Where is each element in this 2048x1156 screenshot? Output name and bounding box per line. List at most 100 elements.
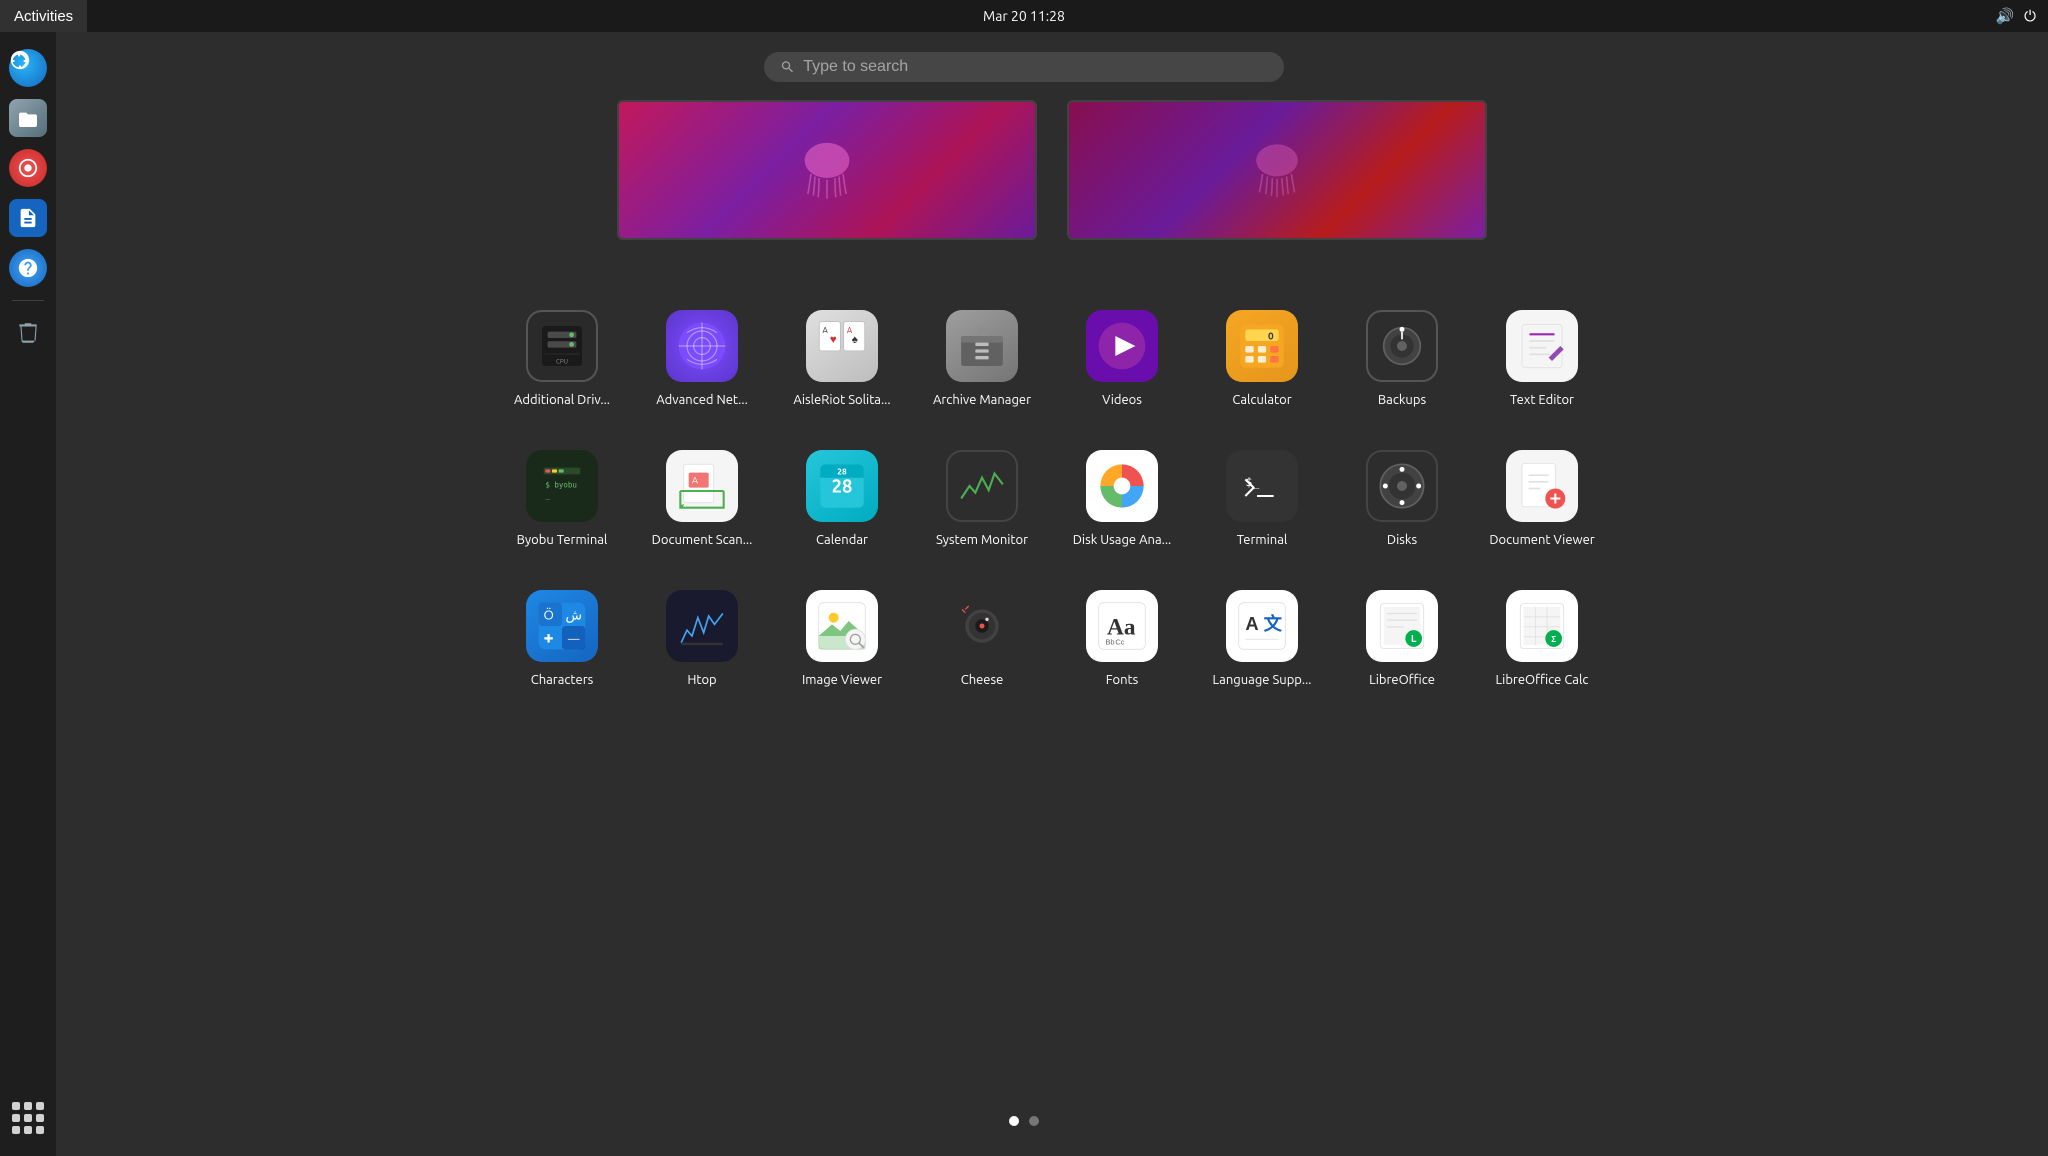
svg-text:0: 0 bbox=[1268, 330, 1274, 341]
app-item-document-scan[interactable]: A Document Scan... bbox=[642, 440, 762, 580]
disks-icon bbox=[1366, 450, 1438, 522]
dock-item-writer[interactable] bbox=[6, 196, 50, 240]
thumb-inner-1 bbox=[619, 102, 1035, 238]
document-scan-icon: A bbox=[666, 450, 738, 522]
windows-area bbox=[56, 100, 2048, 240]
page-dots bbox=[1009, 1116, 1039, 1126]
app-item-terminal[interactable]: $_ Terminal bbox=[1202, 440, 1322, 580]
app-label-libreoffice: LibreOffice bbox=[1369, 672, 1435, 689]
image-viewer-icon bbox=[806, 590, 878, 662]
app-label-document-scan: Document Scan... bbox=[652, 532, 753, 549]
app-item-aisleriot[interactable]: A A ♥ ♠ AisleRiot Solita... bbox=[782, 300, 902, 440]
terminal-icon: $_ bbox=[1226, 450, 1298, 522]
jellyfish-image-2 bbox=[1237, 130, 1317, 210]
app-label-videos: Videos bbox=[1102, 392, 1142, 409]
show-applications-button[interactable] bbox=[6, 1096, 50, 1140]
svg-text:A: A bbox=[1245, 613, 1258, 634]
archive-manager-icon bbox=[946, 310, 1018, 382]
app-item-libreoffice-calc[interactable]: Σ LibreOffice Calc bbox=[1482, 580, 1602, 720]
app-label-disks: Disks bbox=[1387, 532, 1417, 549]
window-thumbnail-1[interactable] bbox=[617, 100, 1037, 240]
system-monitor-icon bbox=[946, 450, 1018, 522]
app-item-image-viewer[interactable]: Image Viewer bbox=[782, 580, 902, 720]
messenger-icon bbox=[9, 49, 47, 87]
app-item-byobu-terminal[interactable]: $ byobu _ Byobu Terminal bbox=[502, 440, 622, 580]
app-item-language-support[interactable]: A 文 Language Supp... bbox=[1202, 580, 1322, 720]
svg-text:Aa: Aa bbox=[1107, 614, 1136, 640]
svg-text:ش: ش bbox=[566, 607, 582, 623]
advanced-net-icon bbox=[666, 310, 738, 382]
grid-icon bbox=[12, 1102, 44, 1134]
dock-divider bbox=[12, 300, 44, 301]
htop-icon bbox=[666, 590, 738, 662]
window-thumbnail-2[interactable] bbox=[1067, 100, 1487, 240]
dock-item-files[interactable] bbox=[6, 96, 50, 140]
app-label-fonts: Fonts bbox=[1106, 672, 1139, 689]
svg-text:✚: ✚ bbox=[544, 633, 554, 646]
app-label-characters: Characters bbox=[531, 672, 594, 689]
characters-icon: Ö ش ✚ — bbox=[526, 590, 598, 662]
libreoffice-calc-icon: Σ bbox=[1506, 590, 1578, 662]
app-label-calculator: Calculator bbox=[1232, 392, 1291, 409]
app-item-additional-driv[interactable]: CPU Additional Driv... bbox=[502, 300, 622, 440]
app-item-videos[interactable]: Videos bbox=[1062, 300, 1182, 440]
dock-item-messenger[interactable] bbox=[6, 46, 50, 90]
topbar-right: 🔊 ⏻ bbox=[1995, 7, 2048, 25]
svg-text:♥: ♥ bbox=[830, 333, 837, 346]
page-dot-1[interactable] bbox=[1009, 1116, 1019, 1126]
svg-text:$ byobu: $ byobu bbox=[545, 481, 577, 490]
cheese-icon bbox=[946, 590, 1018, 662]
search-bar bbox=[764, 52, 1284, 82]
app-label-disk-usage: Disk Usage Ana... bbox=[1073, 532, 1172, 549]
additional-driv-icon: CPU bbox=[526, 310, 598, 382]
libreoffice-icon: L bbox=[1366, 590, 1438, 662]
power-icon: ⏻ bbox=[2024, 7, 2036, 25]
dock-item-rhythmbox[interactable] bbox=[6, 146, 50, 190]
svg-text:♠: ♠ bbox=[852, 333, 858, 346]
rhythmbox-icon bbox=[9, 149, 47, 187]
svg-text:文: 文 bbox=[1264, 613, 1283, 634]
writer-icon bbox=[9, 199, 47, 237]
activities-button[interactable]: Activities bbox=[0, 0, 87, 32]
app-item-advanced-net[interactable]: Advanced Net... bbox=[642, 300, 762, 440]
app-item-htop[interactable]: Htop bbox=[642, 580, 762, 720]
svg-text:_: _ bbox=[545, 491, 550, 500]
svg-text:CPU: CPU bbox=[556, 359, 568, 366]
apps-grid: CPU Additional Driv... Advanced Net... bbox=[56, 300, 2048, 720]
svg-text:Cc: Cc bbox=[1115, 637, 1124, 646]
svg-text:—: — bbox=[567, 633, 580, 646]
jellyfish-image-1 bbox=[787, 130, 867, 210]
page-dot-2[interactable] bbox=[1029, 1116, 1039, 1126]
app-label-advanced-net: Advanced Net... bbox=[656, 392, 748, 409]
app-label-cheese: Cheese bbox=[961, 672, 1004, 689]
search-input[interactable] bbox=[803, 58, 1268, 76]
app-item-calendar[interactable]: 28 28 Calendar bbox=[782, 440, 902, 580]
text-editor-icon bbox=[1506, 310, 1578, 382]
app-item-characters[interactable]: Ö ش ✚ — Characters bbox=[502, 580, 622, 720]
app-item-archive-manager[interactable]: Archive Manager bbox=[922, 300, 1042, 440]
app-item-fonts[interactable]: Aa Bb Cc Fonts bbox=[1062, 580, 1182, 720]
app-item-text-editor[interactable]: Text Editor bbox=[1482, 300, 1602, 440]
app-item-system-monitor[interactable]: System Monitor bbox=[922, 440, 1042, 580]
app-item-document-viewer[interactable]: Document Viewer bbox=[1482, 440, 1602, 580]
disk-usage-icon bbox=[1086, 450, 1158, 522]
app-item-cheese[interactable]: Cheese bbox=[922, 580, 1042, 720]
search-input-wrapper bbox=[764, 52, 1284, 82]
calculator-icon: 0 bbox=[1226, 310, 1298, 382]
dock-item-trash[interactable] bbox=[6, 311, 50, 355]
app-label-additional-driv: Additional Driv... bbox=[514, 392, 610, 409]
dock bbox=[0, 32, 56, 1156]
app-label-backups: Backups bbox=[1378, 392, 1426, 409]
app-label-terminal: Terminal bbox=[1237, 532, 1288, 549]
dock-item-help[interactable] bbox=[6, 246, 50, 290]
app-item-libreoffice[interactable]: L LibreOffice bbox=[1342, 580, 1462, 720]
app-item-disk-usage[interactable]: Disk Usage Ana... bbox=[1062, 440, 1182, 580]
svg-text:28: 28 bbox=[837, 466, 847, 476]
app-item-calculator[interactable]: 0 Calculator bbox=[1202, 300, 1322, 440]
app-label-language-support: Language Supp... bbox=[1213, 672, 1312, 689]
app-item-backups[interactable]: Backups bbox=[1342, 300, 1462, 440]
trash-icon bbox=[9, 314, 47, 352]
search-icon bbox=[780, 59, 795, 75]
topbar: Activities Mar 20 11:28 🔊 ⏻ bbox=[0, 0, 2048, 32]
app-item-disks[interactable]: Disks bbox=[1342, 440, 1462, 580]
